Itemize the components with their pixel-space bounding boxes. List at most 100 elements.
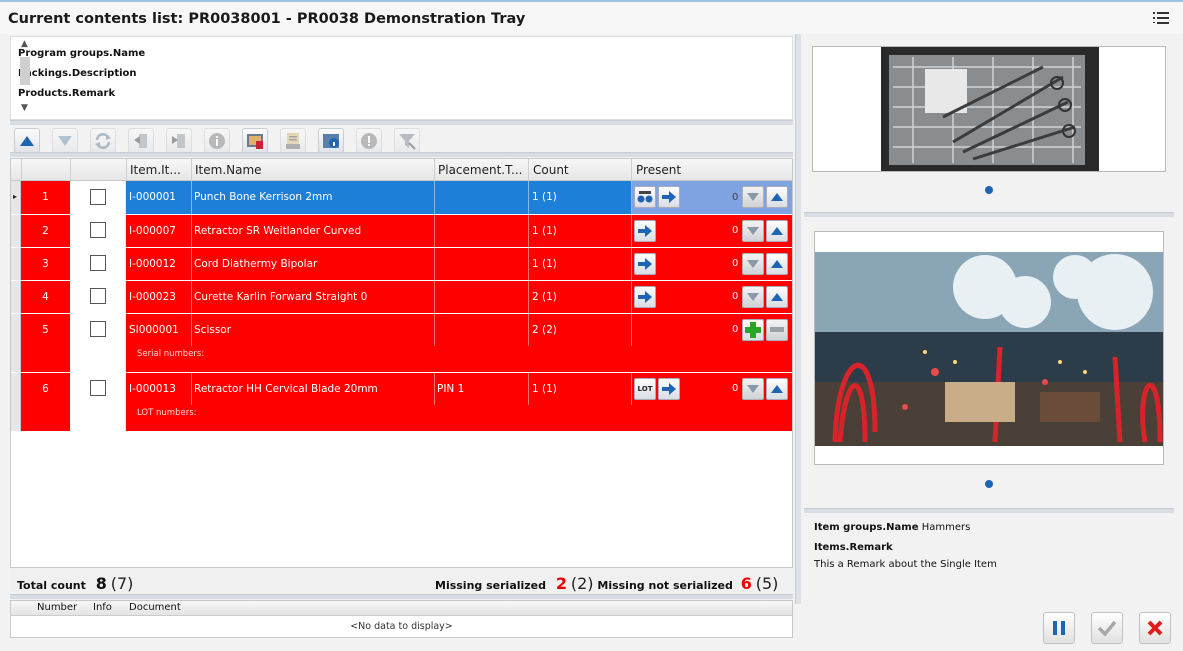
window-title: Current contents list: PR0038001 - PR003… xyxy=(8,11,526,27)
arrow-right-icon[interactable] xyxy=(658,378,680,400)
increment-icon[interactable] xyxy=(766,378,788,400)
arrow-right-icon[interactable] xyxy=(634,220,656,242)
splitter[interactable] xyxy=(10,120,793,125)
item-group-info: Item groups.Name Hammers xyxy=(814,522,970,533)
increment-icon[interactable] xyxy=(766,186,788,208)
table-row[interactable]: 3 I-000012 Cord Diathermy Bipolar 1 (1) … xyxy=(11,248,792,280)
increment-icon[interactable] xyxy=(766,286,788,308)
row-checkbox[interactable] xyxy=(90,189,106,205)
table-row[interactable]: ▸ 1 I-000001 Punch Bone Kerrison 2mm 1 (… xyxy=(11,181,792,214)
warning-icon[interactable] xyxy=(356,128,382,154)
item-id: SI000001 xyxy=(129,324,179,336)
splitter-3[interactable] xyxy=(10,594,793,599)
add-icon[interactable] xyxy=(742,319,764,341)
table-row[interactable]: 4 I-000023 Curette Karlin Forward Straig… xyxy=(11,281,792,313)
pause-button[interactable] xyxy=(1043,612,1075,644)
item-group-value: Hammers xyxy=(921,522,971,533)
item-count: 2 (2) xyxy=(532,324,557,336)
increment-icon[interactable] xyxy=(766,220,788,242)
row-checkbox[interactable] xyxy=(90,380,106,396)
decrement-icon[interactable] xyxy=(742,220,764,242)
col-present[interactable]: Present xyxy=(636,163,681,177)
fields-scrollbar[interactable]: ▲ ▼ xyxy=(18,39,32,117)
splitter-2[interactable] xyxy=(10,152,793,157)
serial-numbers-label: Serial numbers: xyxy=(137,349,205,359)
col-number[interactable]: Number xyxy=(37,602,77,613)
arrow-right-icon[interactable] xyxy=(634,253,656,275)
col-info[interactable]: Info xyxy=(93,602,112,613)
details-icon[interactable] xyxy=(318,128,344,154)
table-row[interactable]: 5 SI000001 Scissor 2 (2) 0 Serial number… xyxy=(11,314,792,372)
table-row[interactable]: 2 I-000007 Retractor SR Weitlander Curve… xyxy=(11,215,792,247)
carousel-dot-2[interactable] xyxy=(985,480,993,488)
row-number: 5 xyxy=(21,314,70,372)
document-icon[interactable] xyxy=(280,128,306,154)
col-placement[interactable]: Placement.T... xyxy=(438,163,522,177)
item-image[interactable] xyxy=(814,231,1164,465)
scroll-up-icon[interactable]: ▲ xyxy=(21,39,28,49)
lot-icon[interactable]: LOT xyxy=(634,378,656,400)
present-count: 0 xyxy=(732,383,739,394)
splitter-4[interactable] xyxy=(804,212,1174,217)
missing-serialized-paren: (2) xyxy=(570,574,594,593)
right-pane: Item groups.Name Hammers Items.Remark Th… xyxy=(804,34,1176,604)
arrow-up-icon[interactable] xyxy=(14,128,40,154)
row-checkbox[interactable] xyxy=(90,255,106,271)
arrow-right-icon[interactable] xyxy=(658,186,680,208)
col-name[interactable]: Item.Name xyxy=(195,163,262,177)
item-id: I-000023 xyxy=(129,291,176,303)
documents-header: Number Info Document xyxy=(11,601,792,616)
move-in-icon[interactable] xyxy=(166,128,192,154)
total-count-value: 8 xyxy=(95,574,107,593)
item-name: Scissor xyxy=(194,324,232,336)
missing-not-serialized-value: 6 xyxy=(740,574,752,593)
decrement-icon[interactable] xyxy=(742,253,764,275)
present-count: 0 xyxy=(732,192,739,203)
item-id: I-000013 xyxy=(129,383,176,395)
confirm-button[interactable] xyxy=(1091,612,1123,644)
scan-icon[interactable] xyxy=(634,186,656,208)
grid-header: Item.It... Item.Name Placement.T... Coun… xyxy=(11,159,792,181)
move-out-icon[interactable] xyxy=(128,128,154,154)
refresh-icon[interactable] xyxy=(90,128,116,154)
item-count: 1 (1) xyxy=(532,258,557,270)
splitter-5[interactable] xyxy=(804,508,1174,513)
vertical-splitter[interactable] xyxy=(795,34,801,604)
row-checkbox[interactable] xyxy=(90,222,106,238)
decrement-icon[interactable] xyxy=(742,186,764,208)
col-count[interactable]: Count xyxy=(533,163,569,177)
totals-bar: Total count 8 (7) Missing serialized 2 (… xyxy=(10,568,793,593)
item-remark-label: Items.Remark xyxy=(814,542,893,553)
fields-panel: Program groups.Name Packings.Description… xyxy=(10,36,793,120)
tray-image[interactable] xyxy=(812,46,1166,172)
decrement-icon[interactable] xyxy=(742,378,764,400)
item-id: I-000012 xyxy=(129,258,176,270)
item-count: 2 (1) xyxy=(532,291,557,303)
list-menu-icon[interactable] xyxy=(1153,12,1171,26)
item-name: Retractor SR Weitlander Curved xyxy=(194,225,362,237)
remove-icon[interactable] xyxy=(766,319,788,341)
item-placement: PIN 1 xyxy=(437,383,465,395)
col-document[interactable]: Document xyxy=(129,602,181,613)
item-name: Retractor HH Cervical Blade 20mm xyxy=(194,383,378,395)
row-number: 6 xyxy=(21,373,70,431)
image-icon[interactable] xyxy=(242,128,268,154)
info-icon[interactable] xyxy=(204,128,230,154)
item-id: I-000007 xyxy=(129,225,176,237)
scroll-down-icon[interactable]: ▼ xyxy=(21,103,28,113)
increment-icon[interactable] xyxy=(766,253,788,275)
arrow-down-icon[interactable] xyxy=(52,128,78,154)
filter-clear-icon[interactable] xyxy=(394,128,420,154)
decrement-icon[interactable] xyxy=(742,286,764,308)
item-count: 1 (1) xyxy=(532,191,557,203)
table-row[interactable]: 6 I-000013 Retractor HH Cervical Blade 2… xyxy=(11,373,792,431)
carousel-dot[interactable] xyxy=(985,186,993,194)
row-checkbox[interactable] xyxy=(90,288,106,304)
row-number: 3 xyxy=(21,248,70,280)
cancel-button[interactable] xyxy=(1139,612,1171,644)
row-checkbox[interactable] xyxy=(90,321,106,337)
arrow-right-icon[interactable] xyxy=(634,286,656,308)
col-item[interactable]: Item.It... xyxy=(130,163,181,177)
item-remark-value: This a Remark about the Single Item xyxy=(814,559,997,570)
scroll-thumb[interactable] xyxy=(20,57,30,85)
